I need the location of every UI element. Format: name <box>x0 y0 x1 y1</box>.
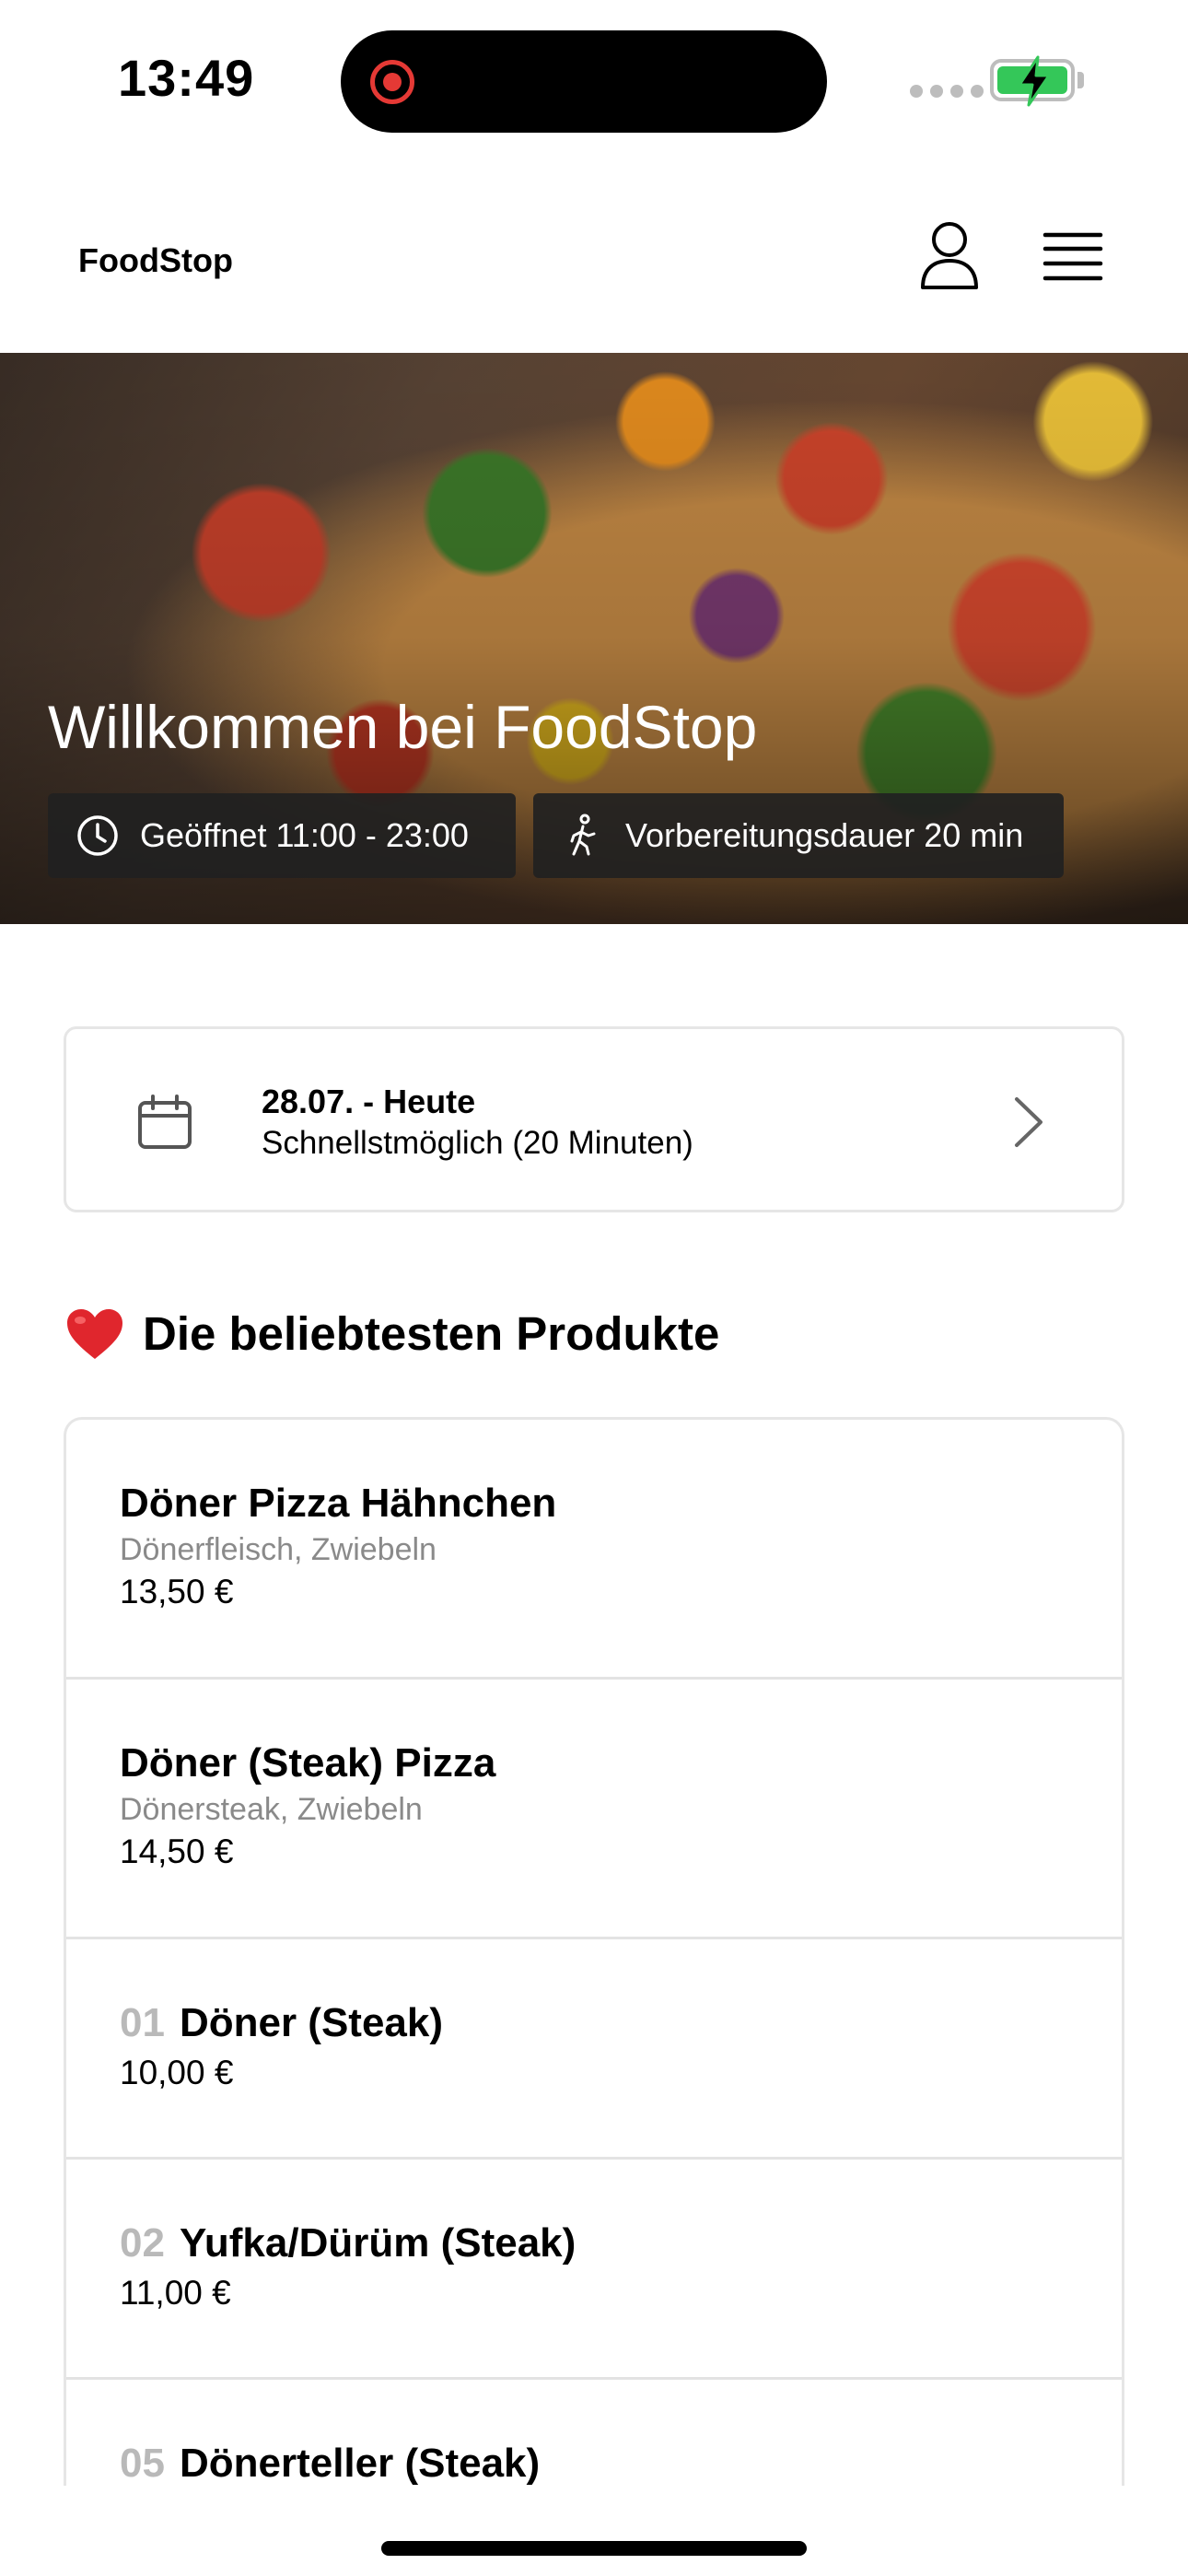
prep-time-text: Vorbereitungsdauer 20 min <box>625 816 1024 854</box>
product-name: 02 Yufka/Dürüm (Steak) <box>120 2220 577 2266</box>
product-description: Dönerfleisch, Zwiebeln <box>120 1532 437 1567</box>
app-screen: 13:49 FoodStop Willkommen bei FoodStop G… <box>0 0 1188 2576</box>
calendar-icon <box>138 1095 192 1149</box>
product-name: Döner Pizza Hähnchen <box>120 1481 557 1526</box>
product-number: 02 <box>120 2220 165 2266</box>
product-item[interactable]: 01 Döner (Steak) 10,00 € <box>66 1939 1122 2160</box>
popular-products-heading: Die beliebtesten Produkte <box>65 1306 719 1361</box>
heart-icon <box>67 1308 122 1359</box>
status-bar: 13:49 <box>0 0 1188 157</box>
popular-products-title: Die beliebtesten Produkte <box>143 1307 720 1360</box>
opening-hours-badge: Geöffnet 11:00 - 23:00 <box>48 793 516 878</box>
app-header: FoodStop <box>0 184 1188 353</box>
brand-logo[interactable]: FoodStop <box>78 241 233 280</box>
selected-time: Schnellstmöglich (20 Minuten) <box>262 1125 693 1161</box>
dynamic-island <box>341 30 827 133</box>
popular-products-list: Döner Pizza Hähnchen Dönerfleisch, Zwieb… <box>64 1417 1124 2486</box>
product-name: 01 Döner (Steak) <box>120 2000 444 2045</box>
product-description: Dönersteak, Zwiebeln <box>120 1792 423 1827</box>
product-name: Döner (Steak) Pizza <box>120 1740 496 1786</box>
walking-icon <box>570 814 596 856</box>
product-item[interactable]: Döner Pizza Hähnchen Dönerfleisch, Zwieb… <box>66 1420 1122 1680</box>
product-number: 01 <box>120 2000 165 2045</box>
signal-icon <box>910 85 984 98</box>
product-item[interactable]: 05 Dönerteller (Steak) <box>66 2380 1122 2486</box>
home-indicator[interactable] <box>381 2541 807 2556</box>
prep-time-badge: Vorbereitungsdauer 20 min <box>533 793 1064 878</box>
selected-date: 28.07. - Heute <box>262 1083 476 1120</box>
delivery-time-selector[interactable]: 28.07. - Heute Schnellstmöglich (20 Minu… <box>64 1026 1124 1212</box>
chevron-right-icon <box>1015 1097 1042 1147</box>
user-account-icon[interactable] <box>917 219 982 293</box>
hero-title: Willkommen bei FoodStop <box>48 693 758 761</box>
hamburger-menu-icon[interactable] <box>1042 230 1103 284</box>
product-number: 05 <box>120 2441 165 2486</box>
product-price: 14,50 € <box>120 1832 234 1870</box>
opening-hours-text: Geöffnet 11:00 - 23:00 <box>140 816 469 854</box>
product-item[interactable]: 02 Yufka/Dürüm (Steak) 11,00 € <box>66 2160 1122 2380</box>
charging-bolt-icon <box>1018 55 1051 107</box>
recording-icon <box>370 60 414 104</box>
status-time: 13:49 <box>118 49 255 107</box>
product-price: 11,00 € <box>120 2274 231 2312</box>
product-price: 10,00 € <box>120 2054 234 2091</box>
product-price: 13,50 € <box>120 1573 234 1610</box>
hero-banner: Willkommen bei FoodStop Geöffnet 11:00 -… <box>0 353 1188 924</box>
clock-icon <box>77 815 118 856</box>
product-item[interactable]: Döner (Steak) Pizza Dönersteak, Zwiebeln… <box>66 1680 1122 1939</box>
product-name: 05 Dönerteller (Steak) <box>120 2441 541 2486</box>
